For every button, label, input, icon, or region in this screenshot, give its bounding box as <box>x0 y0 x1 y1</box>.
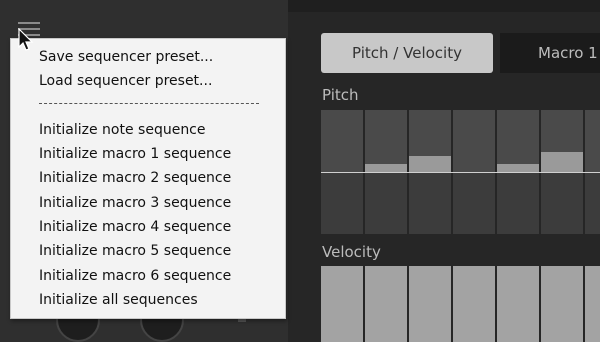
menu-item-init-macro-4[interactable]: Initialize macro 4 sequence <box>39 218 231 236</box>
pitch-center-line <box>321 172 600 173</box>
menu-separator <box>39 103 259 104</box>
menu-item-init-macro-1[interactable]: Initialize macro 1 sequence <box>39 145 231 163</box>
tab-pitch-velocity[interactable]: Pitch / Velocity <box>321 33 493 73</box>
menu-item-init-macro-3[interactable]: Initialize macro 3 sequence <box>39 194 231 212</box>
menu-item-init-note[interactable]: Initialize note sequence <box>39 121 206 139</box>
velocity-step[interactable] <box>453 266 495 342</box>
pitch-step-value <box>497 164 539 172</box>
velocity-step[interactable] <box>585 266 600 342</box>
velocity-step[interactable] <box>365 266 407 342</box>
velocity-section-label: Velocity <box>322 243 381 261</box>
velocity-step[interactable] <box>497 266 539 342</box>
pitch-step-value <box>365 164 407 172</box>
sequencer-menu: Save sequencer preset... Load sequencer … <box>10 38 286 319</box>
mouse-cursor-icon <box>18 28 34 51</box>
tab-macro-1[interactable]: Macro 1 <box>500 33 600 73</box>
menu-item-init-macro-5[interactable]: Initialize macro 5 sequence <box>39 242 231 260</box>
pitch-section-label: Pitch <box>322 86 359 104</box>
menu-item-init-macro-6[interactable]: Initialize macro 6 sequence <box>39 267 231 285</box>
velocity-step[interactable] <box>409 266 451 342</box>
pitch-step-value <box>541 152 583 172</box>
menu-item-init-macro-2[interactable]: Initialize macro 2 sequence <box>39 169 231 187</box>
velocity-step[interactable] <box>321 266 363 342</box>
menu-item-init-all[interactable]: Initialize all sequences <box>39 291 198 309</box>
velocity-step[interactable] <box>541 266 583 342</box>
pitch-step-value <box>409 156 451 172</box>
menu-item-save-preset[interactable]: Save sequencer preset... <box>39 48 213 66</box>
top-bar <box>288 0 600 12</box>
menu-item-load-preset[interactable]: Load sequencer preset... <box>39 72 212 90</box>
velocity-step-grid <box>321 266 600 342</box>
